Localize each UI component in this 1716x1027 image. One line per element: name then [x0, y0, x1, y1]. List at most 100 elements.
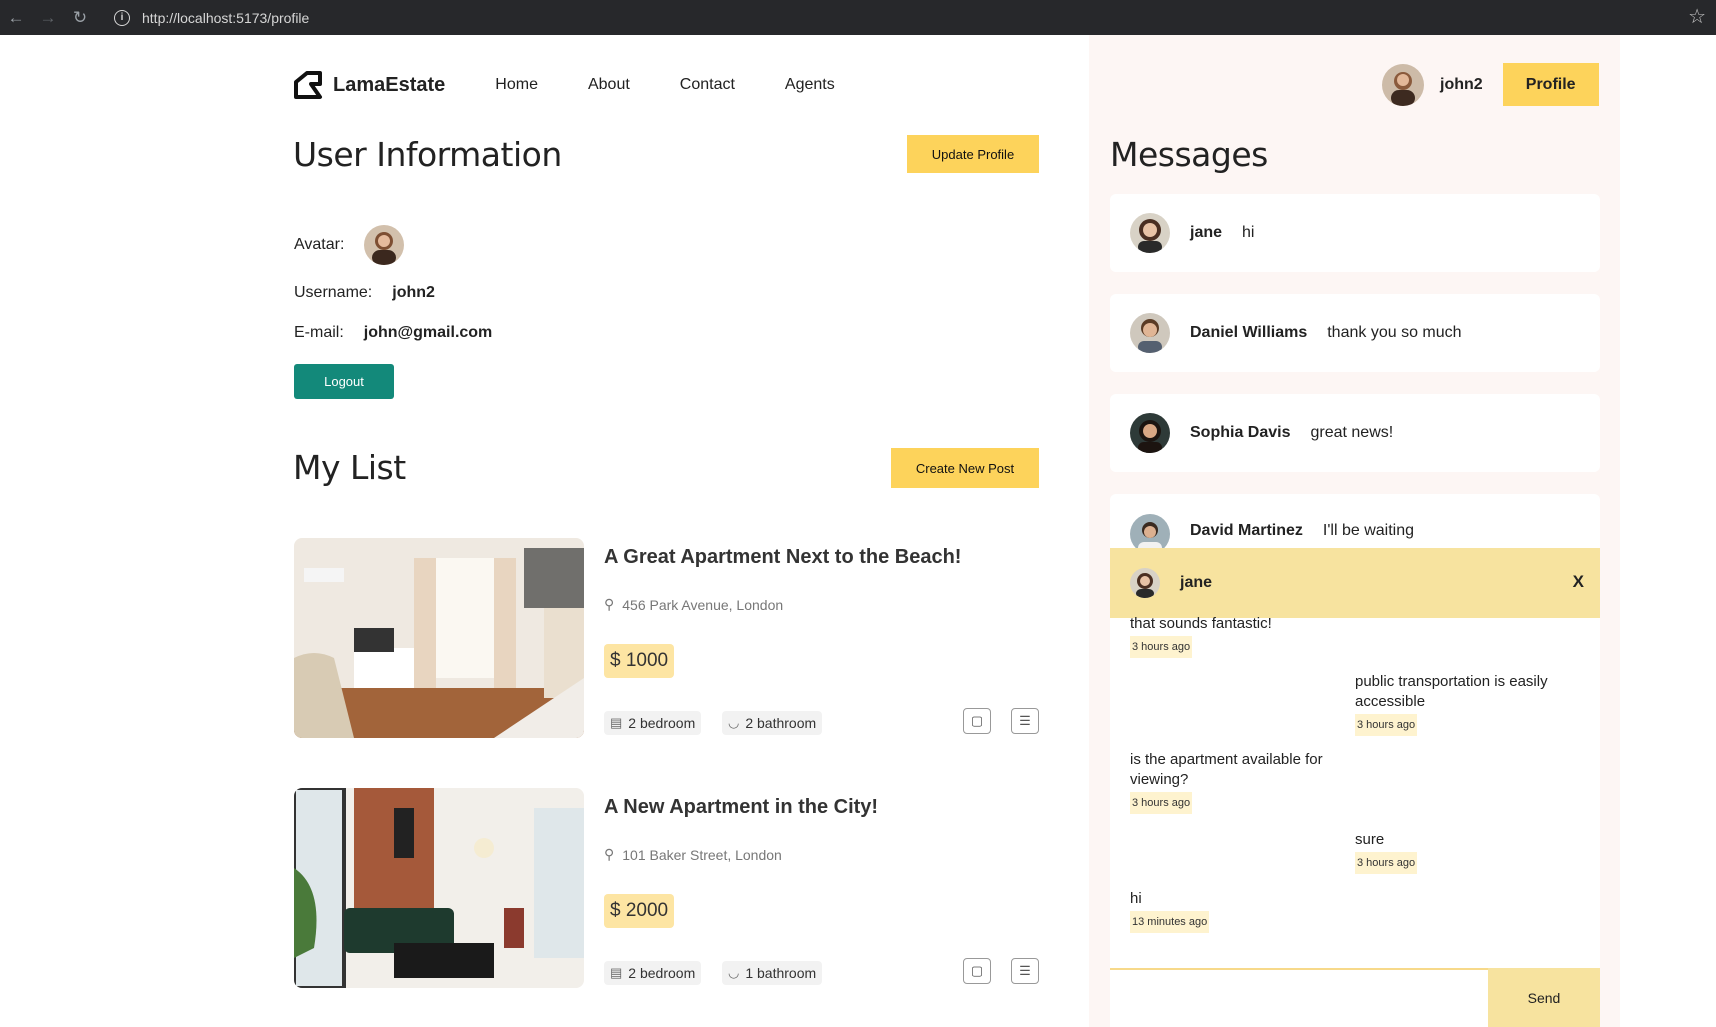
chat-message-text: that sounds fantastic! [1130, 615, 1272, 632]
nav-link-agents[interactable]: Agents [785, 76, 835, 94]
message-preview: great news! [1310, 424, 1394, 441]
post-title[interactable]: A New Apartment in the City! [604, 796, 878, 819]
chat-box: jane X that sounds fantastic! 3 hours ag… [1110, 548, 1600, 1027]
message-preview: I'll be waiting [1322, 522, 1415, 539]
chat-message-input[interactable] [1110, 968, 1490, 1027]
chat-message-time: 3 hours ago [1355, 714, 1418, 736]
post-price: $ 2000 [604, 894, 675, 928]
nav-link-contact[interactable]: Contact [680, 76, 735, 94]
message-avatar [1130, 413, 1170, 453]
username-value: john2 [392, 284, 435, 301]
message-preview: thank you so much [1327, 324, 1462, 341]
chat-message-text: is the apartment available for viewing? [1130, 751, 1323, 788]
save-bookmark-icon[interactable]: ▢ [963, 958, 991, 984]
message-avatar [1130, 313, 1170, 353]
chat-message: that sounds fantastic! 3 hours ago [1130, 614, 1272, 658]
message-preview: hi [1242, 224, 1255, 241]
bed-icon: ▤ [610, 965, 623, 980]
username-row: Username: john2 [294, 284, 435, 302]
logout-button[interactable]: Logout [294, 364, 394, 399]
chat-message-time: 3 hours ago [1130, 792, 1193, 814]
logo-icon [294, 71, 322, 99]
bathroom-text: 2 bathroom [745, 715, 817, 731]
nav-link-about[interactable]: About [588, 76, 630, 94]
chat-message-text: sure [1355, 831, 1385, 848]
post-image[interactable] [294, 788, 584, 988]
bookmark-star-icon[interactable]: ☆ [1688, 4, 1706, 29]
close-chat-button[interactable]: X [1573, 572, 1584, 592]
message-item[interactable]: David Martinez I'll be waiting [1110, 494, 1600, 554]
bath-icon: ◡ [728, 715, 740, 730]
message-sender: jane [1190, 224, 1223, 241]
chat-message: public transportation is easily accessib… [1355, 672, 1575, 736]
bath-icon: ◡ [728, 965, 740, 980]
post-address-text: 456 Park Avenue, London [622, 596, 784, 613]
address-bar[interactable]: i http://localhost:5173/profile [114, 5, 309, 31]
bathroom-text: 1 bathroom [745, 965, 817, 981]
avatar-label: Avatar: [294, 236, 345, 253]
post-address-text: 101 Baker Street, London [622, 846, 782, 863]
messages-title: Messages [1110, 135, 1268, 174]
bedroom-text: 2 bedroom [628, 715, 696, 731]
message-avatar [1130, 213, 1170, 253]
message-item[interactable]: jane hi [1110, 194, 1600, 272]
avatar-row: Avatar: [294, 225, 405, 265]
send-button[interactable]: Send [1488, 968, 1600, 1027]
message-sender: Sophia Davis [1190, 424, 1291, 441]
chat-icon[interactable]: ☰ [1011, 958, 1039, 984]
chat-message: sure 3 hours ago [1355, 830, 1418, 874]
chat-message: hi 13 minutes ago [1130, 889, 1210, 933]
browser-toolbar: ← → ↻ i http://localhost:5173/profile ☆ [0, 0, 1716, 35]
message-item[interactable]: Sophia Davis great news! [1110, 394, 1600, 472]
message-sender: Daniel Williams [1190, 324, 1308, 341]
post-title[interactable]: A Great Apartment Next to the Beach! [604, 546, 961, 569]
bedroom-feature: ▤ 2 bedroom [604, 961, 702, 985]
avatar[interactable] [1382, 63, 1424, 106]
post-image[interactable] [294, 538, 584, 738]
chat-message-text: hi [1130, 890, 1142, 907]
message-sender: David Martinez [1190, 522, 1303, 539]
bathroom-feature: ◡ 2 bathroom [722, 711, 823, 735]
post-address: ⚲ 101 Baker Street, London [604, 846, 782, 863]
email-row: E-mail: john@gmail.com [294, 324, 492, 342]
user-area: john2 Profile [1382, 63, 1599, 106]
location-pin-icon: ⚲ [604, 596, 615, 612]
back-icon[interactable]: ← [0, 0, 32, 35]
chat-message-time: 13 minutes ago [1130, 911, 1210, 933]
my-list-title: My List [293, 448, 406, 487]
site-info-icon[interactable]: i [114, 9, 130, 26]
create-post-button[interactable]: Create New Post [891, 448, 1039, 488]
location-pin-icon: ⚲ [604, 846, 615, 862]
username-label: Username: [294, 284, 373, 301]
email-value: john@gmail.com [363, 324, 493, 341]
chat-message-text: public transportation is easily accessib… [1355, 673, 1548, 710]
reload-icon[interactable]: ↻ [64, 0, 96, 35]
forward-icon[interactable]: → [32, 0, 64, 35]
bathroom-feature: ◡ 1 bathroom [722, 961, 823, 985]
email-label: E-mail: [294, 324, 344, 341]
update-profile-button[interactable]: Update Profile [907, 135, 1039, 173]
chat-message-time: 3 hours ago [1130, 636, 1193, 658]
post-address: ⚲ 456 Park Avenue, London [604, 596, 783, 613]
bedroom-text: 2 bedroom [628, 965, 696, 981]
post-price: $ 1000 [604, 644, 675, 678]
profile-avatar [364, 225, 405, 265]
chat-header: jane X [1110, 548, 1600, 618]
logo-text: LamaEstate [333, 73, 446, 96]
profile-button[interactable]: Profile [1502, 63, 1599, 106]
nav-username: john2 [1440, 75, 1483, 93]
chat-icon[interactable]: ☰ [1011, 708, 1039, 734]
nav-link-home[interactable]: Home [495, 76, 538, 94]
message-item[interactable]: Daniel Williams thank you so much [1110, 294, 1600, 372]
post-card: A New Apartment in the City! ⚲ 101 Baker… [294, 788, 1039, 988]
user-info-title: User Information [293, 135, 562, 174]
main-navbar: LamaEstate Home About Contact Agents [293, 70, 835, 100]
save-bookmark-icon[interactable]: ▢ [963, 708, 991, 734]
chat-recipient-name: jane [1180, 574, 1213, 591]
bed-icon: ▤ [610, 715, 623, 730]
logo[interactable]: LamaEstate [293, 70, 445, 100]
chat-avatar [1130, 568, 1160, 598]
chat-message: is the apartment available for viewing? … [1130, 750, 1340, 814]
url-text: http://localhost:5173/profile [142, 9, 310, 26]
post-card: A Great Apartment Next to the Beach! ⚲ 4… [294, 538, 1039, 738]
